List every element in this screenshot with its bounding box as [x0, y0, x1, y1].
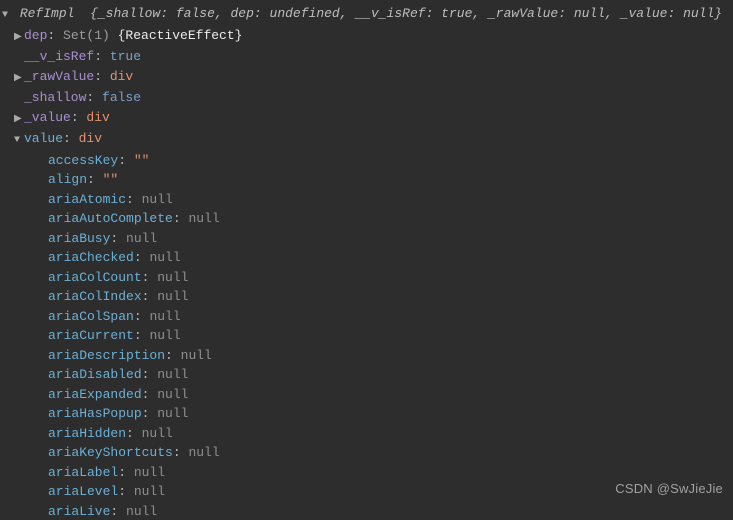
- expand-toggle-icon[interactable]: ▼: [14, 131, 24, 151]
- property-value: null: [142, 192, 173, 207]
- property-key: ariaExpanded: [48, 387, 142, 402]
- property-key: _shallow: [24, 90, 86, 105]
- property-value: null: [149, 309, 180, 324]
- property-value: null: [142, 426, 173, 441]
- property-key: ariaLevel: [48, 484, 118, 499]
- property-value: null: [157, 406, 188, 421]
- tree-row[interactable]: ▶dep: Set(1) {ReactiveEffect}: [12, 26, 733, 48]
- property-value: div: [110, 69, 133, 84]
- property-key: dep: [24, 28, 47, 43]
- property-key: ariaHasPopup: [48, 406, 142, 421]
- tree-row[interactable]: ariaLive: null: [12, 502, 733, 520]
- property-value: div: [79, 131, 102, 146]
- property-key: ariaDescription: [48, 348, 165, 363]
- tree-row[interactable]: ariaAutoComplete: null: [12, 209, 733, 229]
- property-key: _value: [24, 110, 71, 125]
- property-value: null: [126, 231, 157, 246]
- property-value: "": [103, 172, 119, 187]
- tree-row[interactable]: __v_isRef: true: [12, 47, 733, 67]
- property-value: null: [134, 465, 165, 480]
- property-value: null: [188, 445, 219, 460]
- property-key: value: [24, 131, 63, 146]
- tree-row[interactable]: ariaKeyShortcuts: null: [12, 443, 733, 463]
- property-key: _rawValue: [24, 69, 94, 84]
- property-key: ariaCurrent: [48, 328, 134, 343]
- tree-row[interactable]: ariaDisabled: null: [12, 365, 733, 385]
- property-key: ariaAtomic: [48, 192, 126, 207]
- tree-row[interactable]: ▼value: div: [12, 129, 733, 151]
- tree-row[interactable]: ariaChecked: null: [12, 248, 733, 268]
- property-value: "": [134, 153, 150, 168]
- summary-preview: _shallow: false, dep: undefined, __v_isR…: [98, 6, 714, 21]
- property-value: Set(1): [63, 28, 118, 43]
- summary-row[interactable]: ▼ RefImpl {_shallow: false, dep: undefin…: [12, 4, 733, 26]
- property-value: true: [110, 49, 141, 64]
- property-key: ariaHidden: [48, 426, 126, 441]
- object-tree: ▼ RefImpl {_shallow: false, dep: undefin…: [0, 0, 733, 520]
- property-key: ariaColIndex: [48, 289, 142, 304]
- class-name: RefImpl: [20, 6, 75, 21]
- property-key: ariaColCount: [48, 270, 142, 285]
- tree-row[interactable]: align: "": [12, 170, 733, 190]
- tree-row[interactable]: ariaHasPopup: null: [12, 404, 733, 424]
- property-value: null: [134, 484, 165, 499]
- property-key: ariaColSpan: [48, 309, 134, 324]
- property-value: false: [102, 90, 141, 105]
- expand-toggle-icon[interactable]: ▶: [14, 28, 24, 48]
- tree-row[interactable]: ariaAtomic: null: [12, 190, 733, 210]
- tree-row[interactable]: ariaColCount: null: [12, 268, 733, 288]
- expand-toggle-icon[interactable]: ▶: [14, 110, 24, 130]
- tree-row[interactable]: ▶_value: div: [12, 108, 733, 130]
- property-key: accessKey: [48, 153, 118, 168]
- tree-row[interactable]: ariaHidden: null: [12, 424, 733, 444]
- tree-row[interactable]: accessKey: "": [12, 151, 733, 171]
- property-key: ariaAutoComplete: [48, 211, 173, 226]
- property-value: null: [157, 387, 188, 402]
- property-key: ariaBusy: [48, 231, 110, 246]
- property-value: null: [188, 211, 219, 226]
- property-value: null: [149, 328, 180, 343]
- tree-row[interactable]: ariaCurrent: null: [12, 326, 733, 346]
- property-value: null: [157, 367, 188, 382]
- tree-row[interactable]: ariaColIndex: null: [12, 287, 733, 307]
- property-value: div: [86, 110, 109, 125]
- tree-row[interactable]: ▶_rawValue: div: [12, 67, 733, 89]
- property-value: null: [149, 250, 180, 265]
- expand-toggle-icon[interactable]: ▶: [14, 69, 24, 89]
- property-value: null: [157, 289, 188, 304]
- tree-row[interactable]: ariaBusy: null: [12, 229, 733, 249]
- property-key: ariaKeyShortcuts: [48, 445, 173, 460]
- property-key: align: [48, 172, 87, 187]
- value-children: accessKey: ""align: ""ariaAtomic: nullar…: [12, 151, 733, 520]
- property-key: ariaChecked: [48, 250, 134, 265]
- tree-row[interactable]: ariaExpanded: null: [12, 385, 733, 405]
- property-value: null: [181, 348, 212, 363]
- property-key: ariaLabel: [48, 465, 118, 480]
- tree-row[interactable]: ariaColSpan: null: [12, 307, 733, 327]
- property-value: null: [157, 270, 188, 285]
- tree-row[interactable]: _shallow: false: [12, 88, 733, 108]
- tree-row[interactable]: ariaDescription: null: [12, 346, 733, 366]
- expand-toggle-icon[interactable]: ▼: [2, 6, 12, 26]
- property-key: ariaDisabled: [48, 367, 142, 382]
- top-level-properties: ▶dep: Set(1) {ReactiveEffect}__v_isRef: …: [12, 26, 733, 151]
- property-key: __v_isRef: [24, 49, 94, 64]
- watermark: CSDN @SwJieJie: [615, 479, 723, 499]
